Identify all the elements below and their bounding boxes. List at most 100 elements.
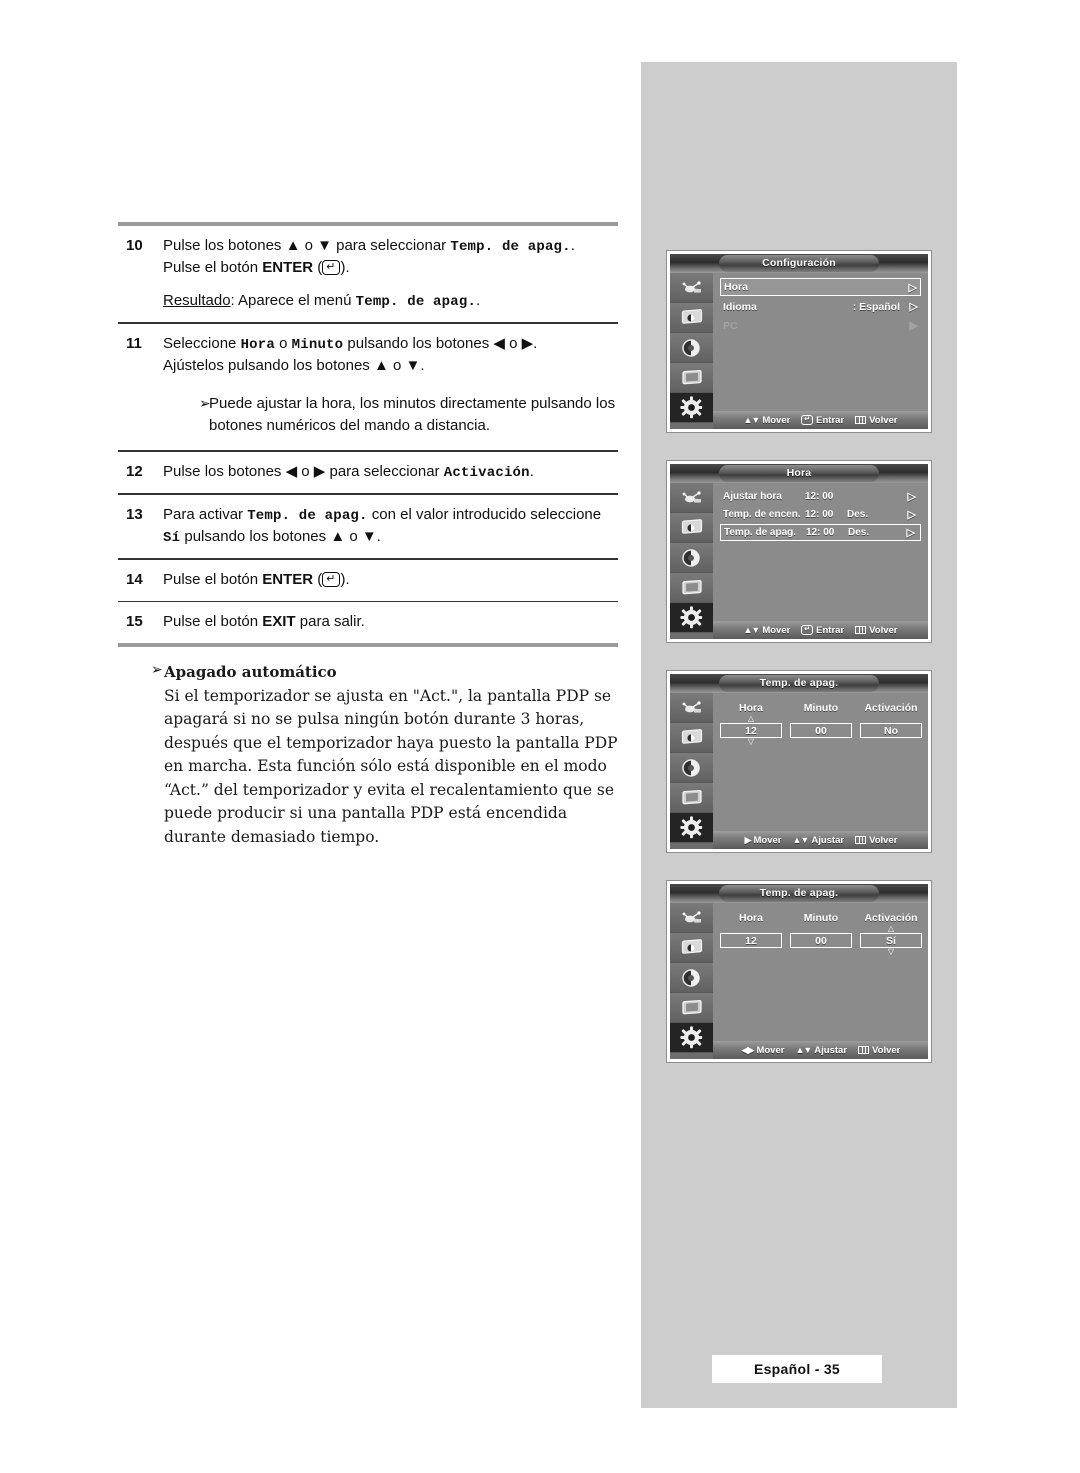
setup-gear-icon[interactable] <box>670 1023 713 1053</box>
help-return: Volver <box>855 835 897 846</box>
caret-up-icon[interactable]: △ <box>860 925 922 933</box>
field-value[interactable]: 12 <box>720 933 782 948</box>
osd-titlebar: Temp. de apag. <box>670 674 928 693</box>
menu-item-hora[interactable]: Hora ▷ <box>720 278 921 296</box>
menu-item-idioma[interactable]: Idioma : Español ▷ <box>720 298 921 315</box>
osd-titlebar: Hora <box>670 464 928 483</box>
caret-down-icon[interactable]: ▽ <box>720 738 782 746</box>
sound-icon[interactable] <box>670 753 713 783</box>
step-10-line1: Pulse los botones ▲ o ▼ para seleccionar… <box>163 235 618 257</box>
step-10-line1-post: . <box>570 237 575 254</box>
help-return: Volver <box>855 415 898 426</box>
value-grid: Hora △ 12 ▽ Minuto △ 00 ▽ Activación <box>720 908 922 956</box>
menu-key-icon <box>858 1046 870 1054</box>
chevron-right-icon: ▷ <box>907 490 916 503</box>
chevron-right-icon: ▷ <box>906 527 915 539</box>
step-11-line1: Seleccione Hora o Minuto pulsando los bo… <box>163 333 618 355</box>
osd-content: Hora △ 12 ▽ Minuto △ 00 ▽ Activación <box>713 903 928 1059</box>
step-10: 10 Pulse los botones ▲ o ▼ para seleccio… <box>118 226 618 322</box>
menu-item-ajustar-hora[interactable]: Ajustar hora 12: 00 ▷ <box>720 488 921 504</box>
step-15: 15 Pulse el botón EXIT para salir. <box>118 602 618 643</box>
osd-titlebar: Temp. de apag. <box>670 884 928 903</box>
osd-screen-temp-apag-si: Temp. de apag. Hora 12 Minuto 00 Activac… <box>666 880 932 1063</box>
menu-item-temp-de-apag[interactable]: Temp. de apag. 12: 00 Des. ▷ <box>720 524 921 541</box>
caret-down-icon[interactable]: ▽ <box>860 948 922 956</box>
value-grid: Hora △ 12 ▽ Minuto △ 00 ▽ Activación <box>720 698 922 746</box>
field-value[interactable]: 00 <box>790 723 852 738</box>
osd-icon-column <box>670 693 713 849</box>
up-down-arrows-icon: ▲▼ <box>743 415 760 425</box>
step-14: 14 Pulse el botón ENTER (↵). <box>118 560 618 601</box>
menu-item-pc[interactable]: PC ▶ <box>720 317 921 334</box>
help-label: Volver <box>872 1044 901 1056</box>
input-source-icon[interactable] <box>670 273 713 303</box>
input-source-icon[interactable] <box>670 693 713 723</box>
help-label: Mover <box>762 414 791 426</box>
step-10-line2: Pulse el botón ENTER (↵). <box>163 257 618 279</box>
help-move: ▲▼ Mover <box>743 415 790 426</box>
osd-content: Ajustar hora 12: 00 ▷ Temp. de encen. 12… <box>713 483 928 639</box>
input-source-icon[interactable] <box>670 483 713 513</box>
input-source-icon[interactable] <box>670 903 713 933</box>
osd-screen-configuracion: Configuración Hora ▷ Idioma: Español ▷ … <box>666 250 932 433</box>
help-adjust: ▲▼ Ajustar <box>793 835 845 846</box>
field-label: Activación <box>864 702 918 714</box>
pip-icon[interactable] <box>670 573 713 603</box>
enter-key-icon: ↵ <box>322 260 341 276</box>
result-label: Resultado <box>163 292 231 310</box>
step-number: 13 <box>126 505 143 523</box>
osd-title: Configuración <box>719 255 879 272</box>
step-15-line1: Pulse el botón EXIT para salir. <box>163 611 618 633</box>
auto-power-off-body: Apagado automático Si el temporizador se… <box>164 661 618 850</box>
caret-up-icon[interactable]: △ <box>720 715 782 723</box>
enter-key-icon: ↵ <box>801 625 814 635</box>
step-14-line1-pre: Pulse el botón <box>163 570 263 588</box>
step-text: Pulse los botones ▲ o ▼ para seleccionar… <box>163 235 618 312</box>
field-minuto[interactable]: Minuto △ 00 ▽ <box>790 702 852 746</box>
field-value[interactable]: Sí <box>860 933 922 948</box>
help-label: Volver <box>869 624 898 636</box>
menu-item-label: Idioma <box>723 300 757 313</box>
pip-icon[interactable] <box>670 363 713 393</box>
osd-content: Hora △ 12 ▽ Minuto △ 00 ▽ Activación <box>713 693 928 849</box>
field-hora[interactable]: Hora △ 12 ▽ <box>720 702 782 746</box>
result-menu-name: Temp. de apag. <box>355 294 477 311</box>
osd-inner: Temp. de apag. <box>670 884 928 1059</box>
step-11-line1-pre: Seleccione <box>163 334 241 352</box>
osd-help-bar: ▲▼ Mover ↵ Entrar Volver <box>713 411 928 429</box>
step-number: 11 <box>126 334 142 352</box>
setup-gear-icon[interactable] <box>670 393 713 423</box>
field-activacion[interactable]: Activación △ No ▽ <box>860 702 922 746</box>
picture-icon[interactable] <box>670 933 713 963</box>
setup-gear-icon[interactable] <box>670 813 713 843</box>
field-value[interactable]: 12 <box>720 723 782 738</box>
osd-content: Hora ▷ Idioma : Español ▷ PC ▶ ▲▼ Mover … <box>713 273 928 429</box>
pip-icon[interactable] <box>670 783 713 813</box>
step-13-line2: Sí pulsando los botones ▲ o ▼. <box>163 526 618 548</box>
step-12-line1-pre: Pulse los botones ◀ o ▶ para seleccionar <box>163 462 444 480</box>
step-12-line1-post: . <box>529 462 534 480</box>
menu-item-temp-de-encen[interactable]: Temp. de encen. 12: 00 Des. ▷ <box>720 506 921 522</box>
pip-icon[interactable] <box>670 993 713 1023</box>
field-hora[interactable]: Hora △ 12 ▽ <box>720 912 782 956</box>
help-label: Mover <box>762 624 791 636</box>
picture-icon[interactable] <box>670 303 713 333</box>
step-12-option-activacion: Activación <box>443 464 530 481</box>
field-value[interactable]: No <box>860 723 922 738</box>
auto-power-off-text: Si el temporizador se ajusta en "Act.", … <box>164 686 618 846</box>
osd-title: Temp. de apag. <box>719 885 879 902</box>
field-value[interactable]: 00 <box>790 933 852 948</box>
picture-icon[interactable] <box>670 513 713 543</box>
sound-icon[interactable] <box>670 963 713 993</box>
osd-inner: Temp. de apag. <box>670 674 928 849</box>
field-activacion[interactable]: Activación △ Sí ▽ <box>860 912 922 956</box>
picture-icon[interactable] <box>670 723 713 753</box>
help-return: Volver <box>858 1045 900 1056</box>
field-minuto[interactable]: Minuto △ 00 ▽ <box>790 912 852 956</box>
step-text: Pulse el botón ENTER (↵). <box>163 569 618 591</box>
sound-icon[interactable] <box>670 543 713 573</box>
step-text: Pulse los botones ◀ o ▶ para seleccionar… <box>163 461 618 483</box>
setup-gear-icon[interactable] <box>670 603 713 633</box>
sound-icon[interactable] <box>670 333 713 363</box>
step-text: Para activar Temp. de apag. con el valor… <box>163 504 618 549</box>
